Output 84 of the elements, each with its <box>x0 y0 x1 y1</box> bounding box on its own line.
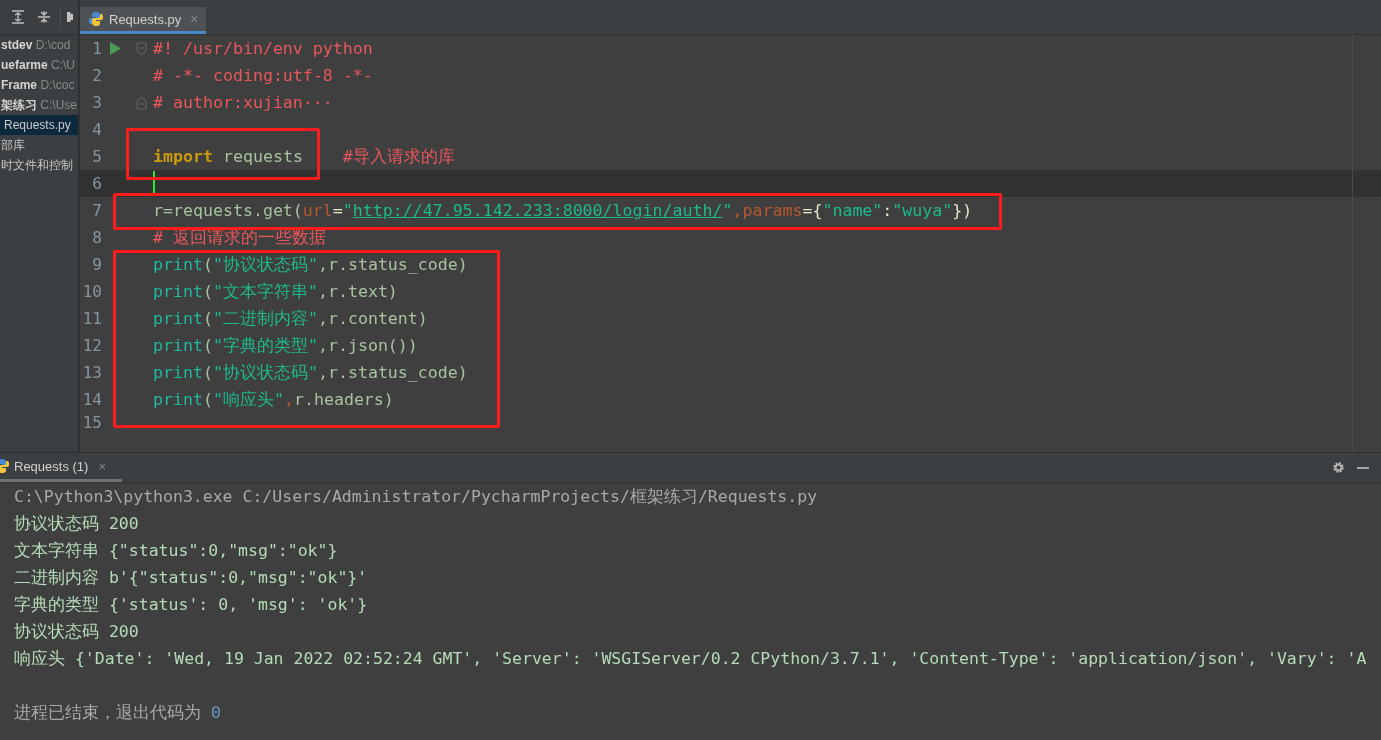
code-token: # 返回请求的一些数据 <box>153 226 326 249</box>
code-token: # -*- coding:utf-8 -*- <box>153 66 373 85</box>
code-token: "文本字符串" <box>212 280 318 303</box>
code-token: #导入请求的库 <box>342 145 455 168</box>
code-token: print <box>153 363 203 382</box>
project-tree-item[interactable]: 架练习 C:\Use <box>0 95 78 115</box>
code-token: }) <box>952 201 973 220</box>
code-token: r.headers) <box>293 390 394 409</box>
line-number: 2 <box>91 66 102 85</box>
code-token: = <box>332 201 343 220</box>
console-line: 文本字符串 {"status":0,"msg":"ok"} <box>14 539 338 562</box>
project-tree-item[interactable]: 部库 <box>0 135 78 155</box>
line-number: 6 <box>91 174 102 193</box>
code-token: print <box>153 390 203 409</box>
console-line: 协议状态码 200 <box>14 512 139 535</box>
code-token: requests <box>221 147 304 166</box>
collapse-all-icon[interactable] <box>37 10 51 24</box>
code-token: ( <box>202 309 213 328</box>
console-line: 响应头 {'Date': 'Wed, 19 Jan 2022 02:52:24 GMT', 'Server': 'WSGIServer/0.2 CPython/3.7.1', 'Content-Type': 'application/json', 'Vary': 'A <box>14 647 1367 670</box>
code-token: ,r.status_code) <box>317 255 468 274</box>
code-token: http://47.95.142.233:8000/login/auth/ <box>352 201 723 220</box>
project-tree-item[interactable]: 时文件和控制 <box>0 155 78 175</box>
console-line: 二进制内容 b'{"status":0,"msg":"ok"}' <box>14 566 368 589</box>
line-number: 12 <box>81 336 102 355</box>
code-token: ,r.content) <box>317 309 428 328</box>
project-tree-item[interactable]: stdev D:\cod <box>0 35 78 55</box>
code-token: ( <box>202 336 213 355</box>
console-line: 协议状态码 200 <box>14 620 139 643</box>
line-number: 15 <box>81 413 102 430</box>
code-token: ( <box>202 282 213 301</box>
code-token: ( <box>202 390 213 409</box>
code-token: " <box>722 201 733 220</box>
code-token: "name" <box>822 201 883 220</box>
console-line: 字典的类型 {'status': 0, 'msg': 'ok'} <box>14 593 368 616</box>
python-logo-icon <box>0 458 10 474</box>
run-icon[interactable] <box>110 42 121 55</box>
code-token: ,r.status_code) <box>317 363 468 382</box>
line-number: 7 <box>91 201 102 220</box>
code-token: "协议状态码" <box>212 361 318 384</box>
project-tree-item[interactable]: Frame D:\coc <box>0 75 78 95</box>
code-token: print <box>153 309 203 328</box>
code-token: #! /usr/bin/env python <box>153 39 373 58</box>
exit-code: 0 <box>211 703 221 722</box>
line-number: 8 <box>91 228 102 247</box>
code-token: print <box>153 255 203 274</box>
console-line: 进程已结束，退出代码为 <box>14 701 201 724</box>
line-number: 9 <box>91 255 102 274</box>
code-token: ,r.text) <box>317 282 398 301</box>
code-token: " <box>342 201 353 220</box>
code-token: "协议状态码" <box>212 253 318 276</box>
code-token: ( <box>202 363 213 382</box>
code-token: ={ <box>802 201 823 220</box>
code-token: , <box>283 390 294 409</box>
line-number: 4 <box>91 120 102 139</box>
console-line: C:\Python3\python3.exe C:/Users/Administrator/PycharmProjects/框架练习/Requests.py <box>14 485 818 508</box>
line-number: 11 <box>81 309 102 328</box>
code-token: import <box>153 147 213 166</box>
code-token: # author:xujian··· <box>153 93 333 112</box>
code-token: ,params <box>732 201 803 220</box>
code-token: print <box>153 282 203 301</box>
line-number: 3 <box>91 93 102 112</box>
code-token: : <box>882 201 893 220</box>
run-tab[interactable]: Requests (1) × <box>0 453 122 482</box>
code-token: "响应头" <box>212 388 284 411</box>
project-tree-item[interactable]: uefarme C:\U <box>0 55 78 75</box>
code-token: print <box>153 336 203 355</box>
code-token: ,r.json()) <box>317 336 418 355</box>
code-token: "wuya" <box>892 201 953 220</box>
code-token: ( <box>202 255 213 274</box>
text-cursor <box>153 171 155 195</box>
line-number: 14 <box>81 390 102 409</box>
code-token: url <box>302 201 333 220</box>
line-number: 1 <box>91 39 102 58</box>
line-number: 5 <box>91 147 102 166</box>
expand-all-icon[interactable] <box>11 10 25 24</box>
project-tree-item[interactable]: Requests.py <box>0 115 78 135</box>
code-token: r=requests.get( <box>153 201 303 220</box>
editor-tab[interactable]: Requests.py × <box>80 7 207 34</box>
python-logo-icon <box>88 11 104 27</box>
line-number: 10 <box>81 282 102 301</box>
code-token: "字典的类型" <box>212 334 318 357</box>
code-token: "二进制内容" <box>212 307 318 330</box>
line-number: 13 <box>81 363 102 382</box>
settings-icon[interactable] <box>1332 461 1345 474</box>
